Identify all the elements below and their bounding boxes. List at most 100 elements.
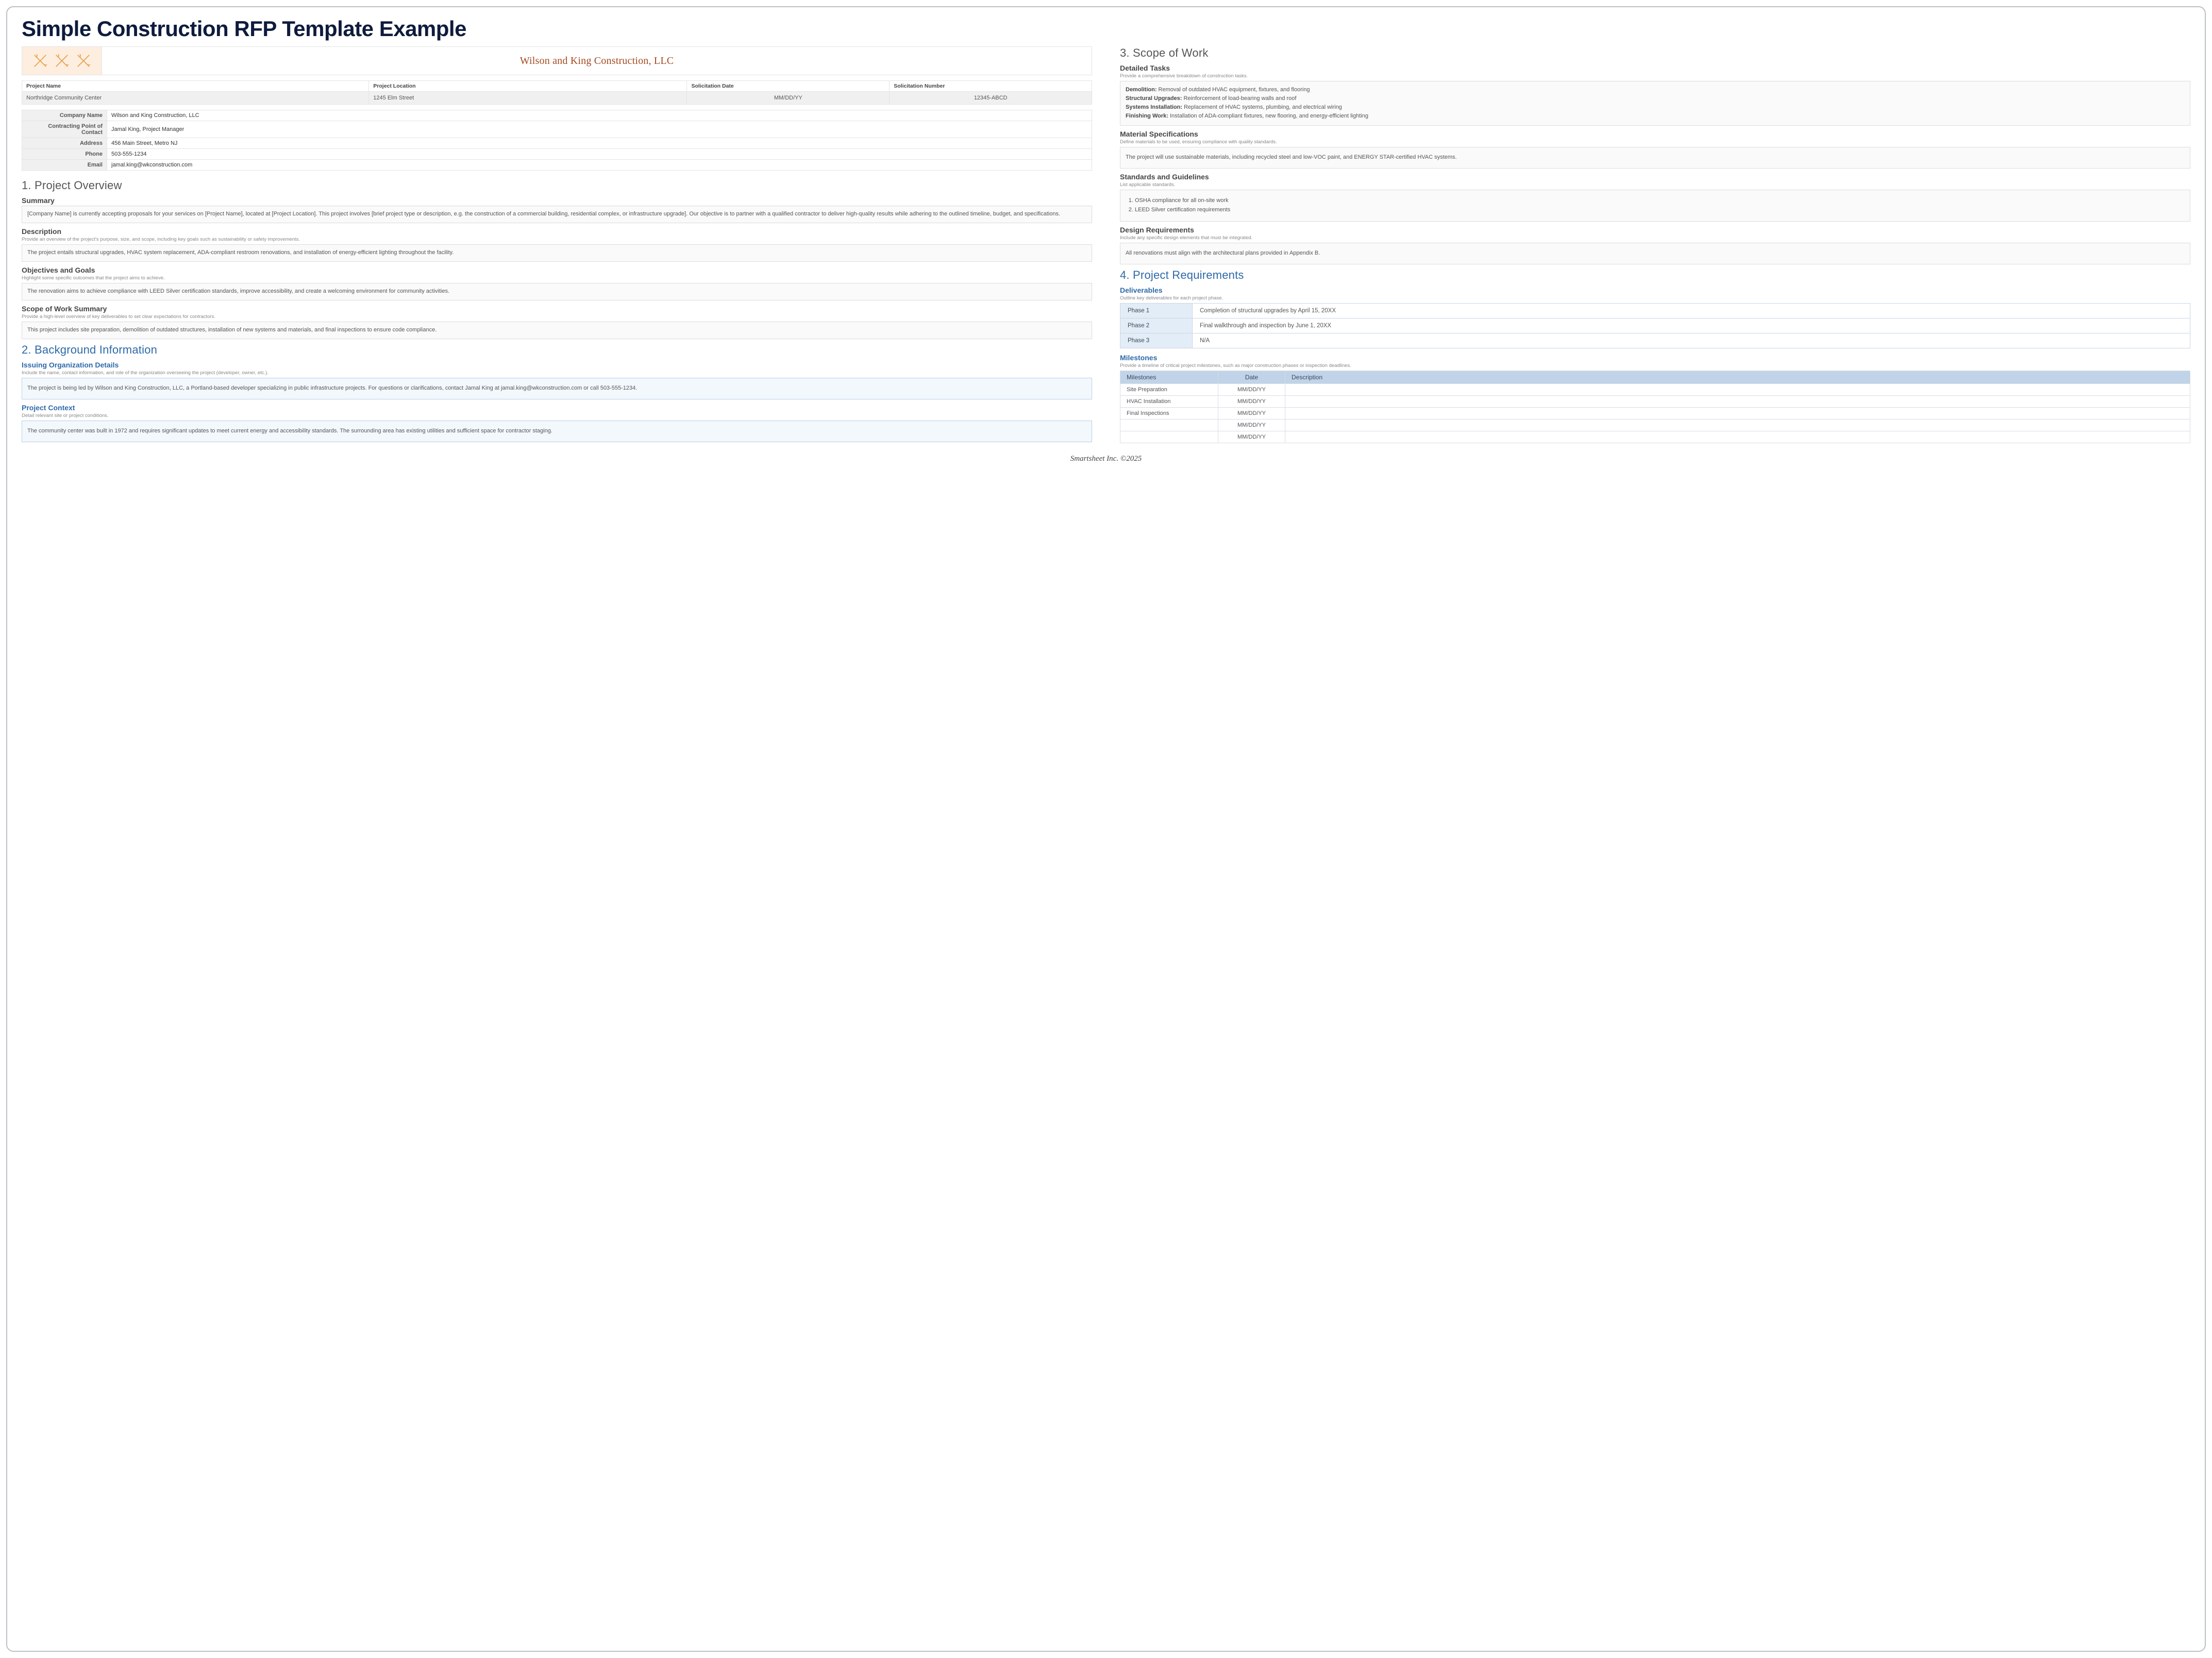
table-row: Phase 2Final walkthrough and inspection … — [1120, 318, 2190, 333]
detailed-tasks-heading: Detailed Tasks — [1120, 64, 2190, 72]
section-3-heading: 3. Scope of Work — [1120, 46, 2190, 60]
milestone-desc — [1285, 419, 2190, 431]
project-info-row: Project Name Northridge Community Center… — [22, 80, 1092, 105]
description-hint: Provide an overview of the project's pur… — [22, 237, 1092, 242]
logo-cell — [22, 47, 102, 75]
standards-box: OSHA compliance for all on-site workLEED… — [1120, 190, 2190, 222]
milestone-date: MM/DD/YY — [1218, 419, 1285, 431]
section-1-heading: 1. Project Overview — [22, 179, 1092, 192]
value: 1245 Elm Street — [369, 91, 686, 104]
list-item: LEED Silver certification requirements — [1135, 206, 2185, 215]
milestone-date: MM/DD/YY — [1218, 383, 1285, 395]
milestone-name: Site Preparation — [1120, 383, 1218, 395]
task-line: Systems Installation: Replacement of HVA… — [1126, 104, 2185, 112]
table-row: Company NameWilson and King Construction… — [22, 110, 1092, 121]
phase-cell: Phase 3 — [1120, 333, 1193, 348]
sow-summary-box: This project includes site preparation, … — [22, 322, 1092, 339]
milestones-table: Milestones Date Description Site Prepara… — [1120, 371, 2190, 443]
project-name-col: Project Name Northridge Community Center — [22, 81, 368, 104]
table-header: Description — [1285, 371, 2190, 383]
label: Project Location — [369, 81, 686, 91]
project-context-heading: Project Context — [22, 404, 1092, 412]
section-4-heading: 4. Project Requirements — [1120, 269, 2190, 282]
milestone-date: MM/DD/YY — [1218, 431, 1285, 443]
table-row: MM/DD/YY — [1120, 419, 2190, 431]
milestone-desc — [1285, 395, 2190, 407]
table-header: Milestones — [1120, 371, 1218, 383]
detailed-tasks-box: Demolition: Removal of outdated HVAC equ… — [1120, 81, 2190, 126]
label: Solicitation Date — [687, 81, 889, 91]
design-req-heading: Design Requirements — [1120, 226, 2190, 234]
phase-cell: Phase 2 — [1120, 318, 1193, 333]
deliverables-heading: Deliverables — [1120, 286, 2190, 294]
milestone-desc — [1285, 431, 2190, 443]
field-label: Contracting Point of Contact — [22, 121, 107, 138]
design-req-hint: Include any specific design elements tha… — [1120, 235, 2190, 241]
standards-heading: Standards and Guidelines — [1120, 173, 2190, 181]
description-heading: Description — [22, 227, 1092, 236]
milestone-name — [1120, 419, 1218, 431]
deliverables-hint: Outline key deliverables for each projec… — [1120, 295, 2190, 301]
two-column-layout: Wilson and King Construction, LLC Projec… — [22, 46, 2190, 446]
field-value: 456 Main Street, Metro NJ — [107, 138, 1092, 149]
materials-box: The project will use sustainable materia… — [1120, 147, 2190, 169]
project-context-box: The community center was built in 1972 a… — [22, 421, 1092, 442]
label: Project Name — [22, 81, 368, 91]
milestone-date: MM/DD/YY — [1218, 395, 1285, 407]
project-context-hint: Detail relevant site or project conditio… — [22, 413, 1092, 418]
brand-banner: Wilson and King Construction, LLC — [22, 46, 1092, 75]
company-table: Company NameWilson and King Construction… — [22, 110, 1092, 171]
task-line: Structural Upgrades: Reinforcement of lo… — [1126, 95, 2185, 103]
label: Solicitation Number — [890, 81, 1092, 91]
detailed-tasks-hint: Provide a comprehensive breakdown of con… — [1120, 73, 2190, 79]
summary-box: [Company Name] is currently accepting pr… — [22, 206, 1092, 223]
standards-hint: List applicable standards. — [1120, 182, 2190, 188]
milestone-name: HVAC Installation — [1120, 395, 1218, 407]
tools-icon — [31, 52, 49, 70]
footer-text: Smartsheet Inc. ©2025 — [22, 455, 2190, 463]
table-row: Final InspectionsMM/DD/YY — [1120, 407, 2190, 419]
milestone-desc — [1285, 383, 2190, 395]
materials-hint: Define materials to be used, ensuring co… — [1120, 139, 2190, 145]
milestones-heading: Milestones — [1120, 354, 2190, 362]
field-value: Jamal King, Project Manager — [107, 121, 1092, 138]
solicitation-date-col: Solicitation Date MM/DD/YY — [686, 81, 889, 104]
page-title: Simple Construction RFP Template Example — [22, 16, 2190, 41]
objectives-box: The renovation aims to achieve complianc… — [22, 283, 1092, 300]
section-2-heading: 2. Background Information — [22, 343, 1092, 357]
task-line: Finishing Work: Installation of ADA-comp… — [1126, 112, 2185, 121]
table-row: Address456 Main Street, Metro NJ — [22, 138, 1092, 149]
sow-summary-heading: Scope of Work Summary — [22, 305, 1092, 313]
field-label: Email — [22, 160, 107, 171]
org-details-hint: Include the name, contact information, a… — [22, 370, 1092, 376]
description-box: The project entails structural upgrades,… — [22, 244, 1092, 262]
company-name-banner: Wilson and King Construction, LLC — [102, 47, 1092, 75]
phase-cell: Phase 1 — [1120, 303, 1193, 318]
project-location-col: Project Location 1245 Elm Street — [368, 81, 686, 104]
document-page: Simple Construction RFP Template Example… — [6, 6, 2206, 1652]
table-row: Contracting Point of ContactJamal King, … — [22, 121, 1092, 138]
table-row: Phase 1Completion of structural upgrades… — [1120, 303, 2190, 318]
field-label: Phone — [22, 149, 107, 160]
field-value: 503-555-1234 — [107, 149, 1092, 160]
tools-icon — [75, 52, 92, 70]
field-value: jamal.king@wkconstruction.com — [107, 160, 1092, 171]
objectives-heading: Objectives and Goals — [22, 266, 1092, 274]
materials-heading: Material Specifications — [1120, 130, 2190, 138]
solicitation-number-col: Solicitation Number 12345-ABCD — [889, 81, 1092, 104]
objectives-hint: Highlight some specific outcomes that th… — [22, 275, 1092, 281]
design-req-box: All renovations must align with the arch… — [1120, 243, 2190, 264]
table-row: MM/DD/YY — [1120, 431, 2190, 443]
value: 12345-ABCD — [890, 91, 1092, 104]
field-value: Wilson and King Construction, LLC — [107, 110, 1092, 121]
summary-heading: Summary — [22, 196, 1092, 205]
desc-cell: N/A — [1193, 333, 2190, 348]
table-row: Site PreparationMM/DD/YY — [1120, 383, 2190, 395]
value: MM/DD/YY — [687, 91, 889, 104]
milestone-name: Final Inspections — [1120, 407, 1218, 419]
value: Northridge Community Center — [22, 91, 368, 104]
milestone-name — [1120, 431, 1218, 443]
milestone-date: MM/DD/YY — [1218, 407, 1285, 419]
org-details-box: The project is being led by Wilson and K… — [22, 378, 1092, 399]
table-row: Emailjamal.king@wkconstruction.com — [22, 160, 1092, 171]
